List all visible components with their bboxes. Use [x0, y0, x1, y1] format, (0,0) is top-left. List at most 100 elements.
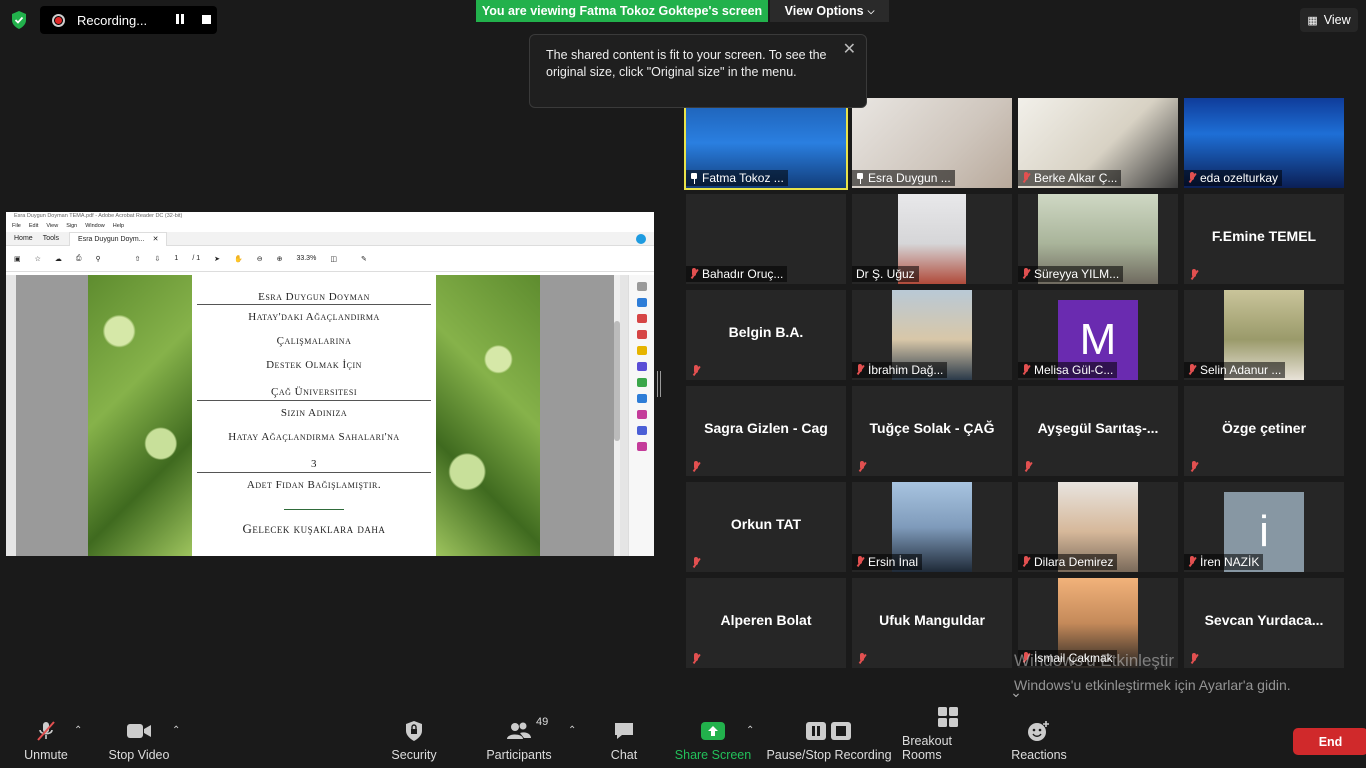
stop-recording-icon[interactable] — [200, 14, 212, 26]
participant-tile[interactable]: Selin Adanur ... — [1184, 290, 1344, 380]
participant-tile[interactable]: Orkun TAT — [686, 482, 846, 572]
unmute-button[interactable]: Unmute — [18, 708, 74, 768]
view-button[interactable]: ▦ View — [1300, 8, 1358, 32]
participant-name-large: Ufuk Manguldar — [879, 612, 985, 628]
panel-resize-handle[interactable] — [657, 371, 661, 397]
participants-button[interactable]: 49 Participants — [484, 708, 554, 768]
breakout-rooms-label: Breakout Rooms — [902, 734, 953, 762]
close-icon[interactable]: ✕ — [153, 235, 159, 243]
zoom-in-icon[interactable]: ⊕ — [277, 255, 283, 263]
scan-icon[interactable] — [636, 394, 647, 403]
tab-home[interactable]: Home — [14, 235, 33, 242]
stop-video-button[interactable]: Stop Video — [104, 708, 174, 768]
participant-tile[interactable]: Alperen Bolat — [686, 578, 846, 668]
participant-tile[interactable]: Sagra Gizlen - Cag — [686, 386, 846, 476]
participant-tile[interactable]: F.Emine TEMEL — [1184, 194, 1344, 284]
forest-image-left — [88, 275, 192, 556]
participant-tile[interactable]: eda ozelturkay — [1184, 98, 1344, 188]
tab-document[interactable]: Esra Duygun Doym... ✕ — [69, 231, 168, 246]
page-number-input[interactable]: 1 — [174, 255, 178, 262]
participant-tile[interactable]: Bahadır Oruç... — [686, 194, 846, 284]
zoom-out-icon[interactable]: ⊖ — [257, 255, 263, 263]
security-shield-icon[interactable] — [8, 9, 30, 31]
select-cursor-icon[interactable]: ➤ — [214, 255, 220, 263]
muted-mic-icon — [1022, 364, 1030, 376]
participant-name-large: Alperen Bolat — [720, 612, 812, 628]
profile-icon[interactable] — [636, 234, 646, 244]
protect-icon[interactable] — [636, 426, 647, 435]
zoom-level[interactable]: 33.3% — [296, 255, 316, 262]
participant-tile[interactable]: Dr Ş. Uğuz — [852, 194, 1012, 284]
pause-recording-icon[interactable] — [174, 14, 186, 26]
chat-button[interactable]: Chat — [604, 708, 644, 768]
muted-mic-icon — [692, 461, 700, 473]
participant-name: İren NAZİK — [1200, 555, 1260, 569]
breakout-rooms-button[interactable]: Breakout Rooms — [902, 707, 994, 768]
menu-help[interactable]: Help — [113, 223, 124, 231]
share-screen-button[interactable]: Share Screen — [674, 708, 752, 768]
stop-video-label: Stop Video — [108, 748, 170, 762]
end-meeting-button[interactable]: End — [1293, 728, 1366, 755]
print-icon[interactable]: ⎙ — [76, 255, 82, 263]
zoom-search-icon[interactable]: ⚲ — [96, 255, 101, 263]
menu-view[interactable]: View — [46, 223, 58, 231]
muted-mic-icon — [858, 461, 866, 473]
page-up-icon[interactable]: ⇧ — [135, 255, 141, 263]
menu-sign[interactable]: Sign — [66, 223, 77, 231]
pin-icon — [856, 172, 864, 184]
pause-stop-recording-button[interactable]: Pause/Stop Recording — [766, 708, 892, 768]
muted-mic-icon — [1024, 461, 1032, 473]
star-icon[interactable]: ☆ — [35, 255, 41, 263]
participant-label — [688, 460, 704, 474]
comment-icon[interactable]: ✎ — [361, 255, 367, 263]
reactions-button[interactable]: Reactions — [1010, 708, 1068, 768]
hand-tool-icon[interactable]: ✋ — [234, 255, 243, 263]
participant-tile[interactable]: Süreyya YILM... — [1018, 194, 1178, 284]
search-icon[interactable] — [636, 282, 647, 291]
video-options-caret-icon[interactable]: ⌃ — [172, 725, 180, 736]
document-scrollbar[interactable] — [614, 275, 620, 556]
participant-tile[interactable]: Özge çetiner — [1184, 386, 1344, 476]
comment-tool-icon[interactable] — [636, 346, 647, 355]
acrobat-document-area: Esra Duygun Doyman Hatay'daki Ağaçlandır… — [6, 275, 654, 556]
upload-icon[interactable]: ☁ — [55, 255, 62, 263]
participant-tile[interactable]: İbrahim Dağ... — [852, 290, 1012, 380]
save-icon[interactable]: ▣ — [14, 255, 21, 263]
participant-tile[interactable]: Belgin B.A. — [686, 290, 846, 380]
participant-label: Berke Alkar Ç... — [1018, 170, 1122, 186]
menu-file[interactable]: File — [12, 223, 21, 231]
create-pdf-icon[interactable] — [636, 330, 647, 339]
participant-tile[interactable]: Fatma Tokoz ... — [684, 96, 848, 190]
tab-tools[interactable]: Tools — [43, 235, 59, 242]
menu-edit[interactable]: Edit — [29, 223, 38, 231]
participant-name: İbrahim Dağ... — [868, 363, 944, 377]
page-down-icon[interactable]: ⇩ — [155, 255, 161, 263]
edit-pdf-icon[interactable] — [636, 314, 647, 323]
cert-line: Sizin Adınıza — [280, 407, 348, 419]
participant-tile[interactable]: Dilara Demirez — [1018, 482, 1178, 572]
audio-options-caret-icon[interactable]: ⌃ — [74, 725, 82, 736]
participant-tile[interactable]: Tuğçe Solak - ÇAĞ — [852, 386, 1012, 476]
participant-tile[interactable]: Berke Alkar Ç... — [1018, 98, 1178, 188]
combine-files-icon[interactable] — [636, 362, 647, 371]
export-pdf-icon[interactable] — [636, 298, 647, 307]
fit-page-icon[interactable]: ◫ — [330, 255, 337, 263]
participant-label — [1186, 268, 1202, 282]
menu-window[interactable]: Window — [85, 223, 105, 231]
participants-caret-icon[interactable]: ⌃ — [568, 725, 576, 736]
more-tools-icon[interactable] — [636, 442, 647, 451]
share-options-caret-icon[interactable]: ⌃ — [746, 725, 754, 736]
shared-screen[interactable]: Esra Duygun Doyman TEMA.pdf - Adobe Acro… — [6, 212, 654, 556]
participant-tile[interactable]: Ersin İnal — [852, 482, 1012, 572]
participant-tile[interactable]: Sevcan Yurdaca... — [1184, 578, 1344, 668]
security-button[interactable]: Security — [388, 708, 440, 768]
close-icon[interactable]: ✕ — [843, 41, 856, 58]
organize-pages-icon[interactable] — [636, 378, 647, 387]
view-options-button[interactable]: View Options ⌵ — [770, 0, 889, 22]
participant-tile[interactable]: i İren NAZİK — [1184, 482, 1344, 572]
participant-tile[interactable]: M Melisa Gül-C... — [1018, 290, 1178, 380]
participant-tile[interactable]: Ufuk Manguldar — [852, 578, 1012, 668]
participant-tile[interactable]: Esra Duygun ... — [852, 98, 1012, 188]
fill-sign-icon[interactable] — [636, 410, 647, 419]
participant-tile[interactable]: Ayşegül Sarıtaş-... — [1018, 386, 1178, 476]
